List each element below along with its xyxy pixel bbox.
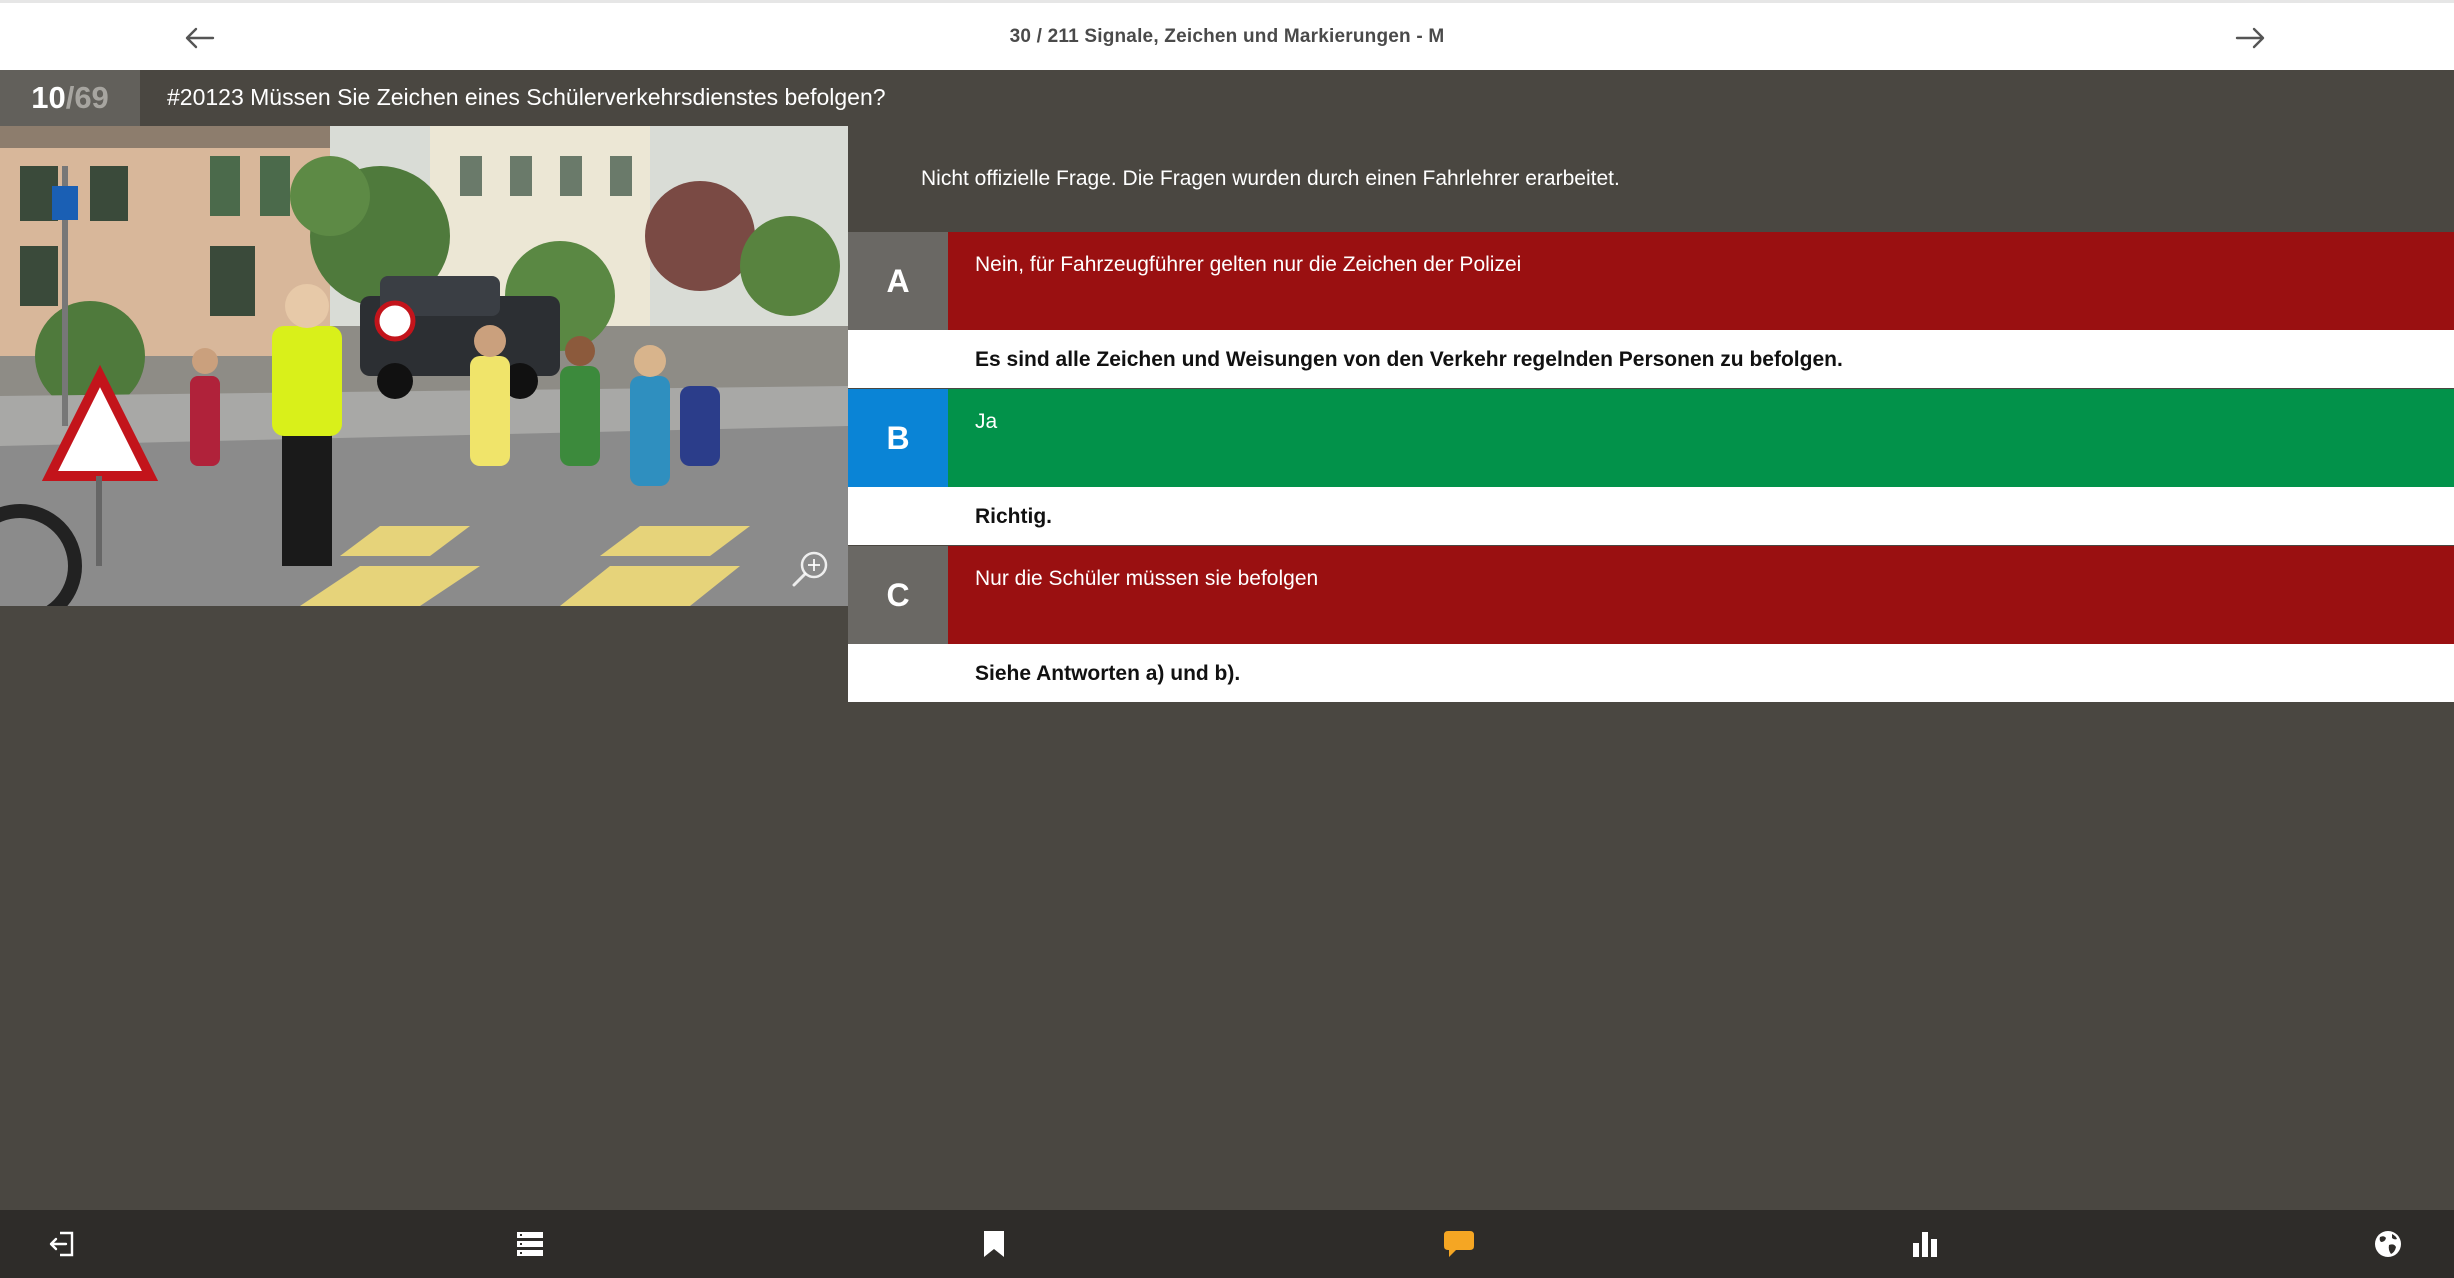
counter-current: 10	[31, 80, 66, 115]
globe-icon	[2375, 1231, 2401, 1257]
list-icon	[517, 1232, 543, 1256]
bottom-toolbar	[0, 1210, 2454, 1278]
answer-b-option[interactable]: B Ja	[848, 389, 2454, 487]
answer-c-option[interactable]: C Nur die Schüler müssen sie befolgen	[848, 546, 2454, 644]
answer-a-text: Nein, für Fahrzeugführer gelten nur die …	[975, 253, 1522, 276]
bookmark-icon	[984, 1231, 1004, 1257]
answer-c[interactable]: C Nur die Schüler müssen sie befolgen Si…	[848, 546, 2454, 702]
counter-total: 69	[74, 80, 109, 115]
question-list-button[interactable]	[508, 1222, 552, 1266]
question-counter: 10/69	[0, 70, 140, 126]
bar-chart-icon	[1913, 1232, 1937, 1257]
answer-a-letter: A	[848, 232, 948, 330]
chat-bubble-icon	[1444, 1231, 1474, 1257]
answer-a-explanation: Es sind alle Zeichen und Weisungen von d…	[848, 330, 2454, 388]
exit-button[interactable]	[40, 1222, 84, 1266]
next-question-button[interactable]	[2228, 16, 2272, 60]
statistics-button[interactable]	[1903, 1222, 1947, 1266]
bookmark-button[interactable]	[972, 1222, 1016, 1266]
answer-b[interactable]: B Ja Richtig.	[848, 389, 2454, 545]
answer-a[interactable]: A Nein, für Fahrzeugführer gelten nur di…	[848, 232, 2454, 388]
street-scene-illustration	[0, 126, 848, 606]
answer-a-option[interactable]: A Nein, für Fahrzeugführer gelten nur di…	[848, 232, 2454, 330]
question-image[interactable]	[0, 126, 848, 606]
question-title: #20123 Müssen Sie Zeichen eines Schülerv…	[167, 84, 886, 110]
answer-b-text: Ja	[975, 410, 998, 433]
breadcrumb: 30 / 211 Signale, Zeichen und Markierung…	[1009, 26, 1445, 47]
zoom-button[interactable]	[790, 548, 832, 590]
counter-separator: /	[65, 80, 75, 115]
zoom-icon	[792, 551, 828, 587]
language-button[interactable]	[2366, 1222, 2410, 1266]
exit-icon	[49, 1231, 74, 1257]
answer-c-text: Nur die Schüler müssen sie befolgen	[975, 567, 1319, 590]
answer-c-letter: C	[848, 546, 948, 644]
question-header: 10/69 #20123 Müssen Sie Zeichen eines Sc…	[0, 70, 2454, 126]
unofficial-question-notice: Nicht offizielle Frage. Die Fragen wurde…	[921, 167, 1620, 190]
answer-b-explanation: Richtig.	[848, 487, 2454, 545]
arrow-right-icon	[2235, 27, 2265, 49]
top-navigation-bar: 30 / 211 Signale, Zeichen und Markierung…	[0, 0, 2454, 70]
answer-b-letter: B	[848, 389, 948, 487]
answer-c-explanation: Siehe Antworten a) und b).	[848, 644, 2454, 702]
comments-button[interactable]	[1437, 1222, 1481, 1266]
